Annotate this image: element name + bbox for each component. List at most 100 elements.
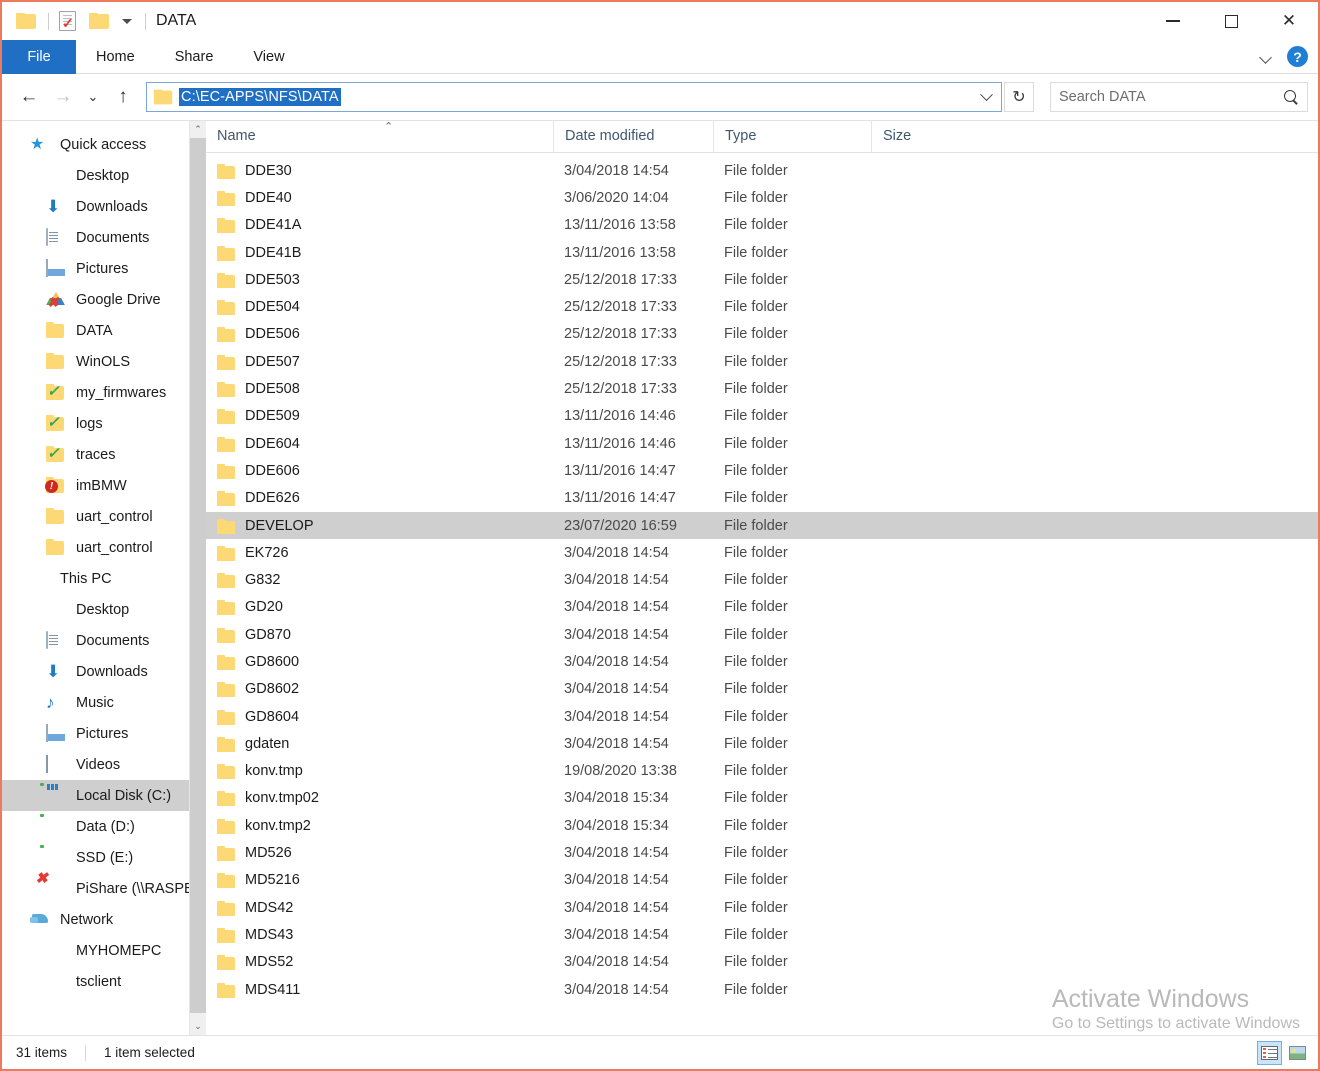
- sidebar-item-documents[interactable]: Documents: [2, 625, 206, 656]
- new-folder-button[interactable]: [89, 10, 111, 32]
- table-row[interactable]: MDS52 3/04/2018 14:54 File folder: [206, 949, 1318, 976]
- table-row[interactable]: DEVELOP 23/07/2020 16:59 File folder: [206, 511, 1318, 540]
- folder-icon: [217, 436, 236, 452]
- chevron-down-icon[interactable]: [1260, 50, 1273, 63]
- minimize-button[interactable]: [1144, 2, 1202, 40]
- sidebar-item-local-disk-c[interactable]: Local Disk (C:): [2, 780, 206, 811]
- table-row[interactable]: GD8604 3/04/2018 14:54 File folder: [206, 703, 1318, 730]
- table-row[interactable]: MD526 3/04/2018 14:54 File folder: [206, 839, 1318, 866]
- sidebar-item-pictures[interactable]: Pictures📌: [2, 253, 206, 284]
- folder-icon: [217, 927, 236, 943]
- table-row[interactable]: MDS42 3/04/2018 14:54 File folder: [206, 894, 1318, 921]
- table-row[interactable]: GD870 3/04/2018 14:54 File folder: [206, 621, 1318, 648]
- sidebar-item-data-d[interactable]: Data (D:): [2, 811, 206, 842]
- explorer-window: ✓ DATA ✕ File Home Share View ? ← → ⌄ ↑: [0, 0, 1320, 1071]
- scroll-down-button[interactable]: ⌄: [190, 1018, 206, 1035]
- search-icon[interactable]: [1284, 89, 1299, 105]
- table-row[interactable]: GD20 3/04/2018 14:54 File folder: [206, 594, 1318, 621]
- sidebar-item-uart-control[interactable]: uart_control📌: [2, 532, 206, 563]
- table-row[interactable]: konv.tmp2 3/04/2018 15:34 File folder: [206, 812, 1318, 839]
- help-button[interactable]: ?: [1287, 46, 1308, 67]
- table-row[interactable]: G832 3/04/2018 14:54 File folder: [206, 566, 1318, 593]
- table-row[interactable]: DDE41B 13/11/2016 13:58 File folder: [206, 239, 1318, 266]
- search-box[interactable]: [1050, 82, 1308, 112]
- sidebar-item-network[interactable]: Network: [2, 904, 206, 935]
- sidebar-item-pishare-raspbe[interactable]: ✖ PiShare (\\RASPBE: [2, 871, 206, 904]
- file-name-label: DDE41A: [245, 217, 302, 234]
- large-icons-view-button[interactable]: [1285, 1041, 1310, 1065]
- sidebar-item-downloads[interactable]: ⬇Downloads📌: [2, 191, 206, 222]
- sidebar-item-desktop[interactable]: Desktop: [2, 594, 206, 625]
- table-row[interactable]: DDE41A 13/11/2016 13:58 File folder: [206, 212, 1318, 239]
- properties-button[interactable]: ✓: [59, 10, 81, 32]
- window-controls: ✕: [1144, 2, 1318, 40]
- table-row[interactable]: DDE604 13/11/2016 14:46 File folder: [206, 430, 1318, 457]
- sidebar-item-data[interactable]: DATA📌: [2, 315, 206, 346]
- table-row[interactable]: MDS43 3/04/2018 14:54 File folder: [206, 921, 1318, 948]
- table-row[interactable]: EK726 3/04/2018 14:54 File folder: [206, 539, 1318, 566]
- table-row[interactable]: DDE509 13/11/2016 14:46 File folder: [206, 403, 1318, 430]
- navigation-scrollbar[interactable]: ⌃ ⌄: [189, 121, 206, 1035]
- table-row[interactable]: konv.tmp 19/08/2020 13:38 File folder: [206, 758, 1318, 785]
- refresh-button[interactable]: ↻: [1004, 82, 1034, 112]
- sidebar-item-desktop[interactable]: Desktop📌: [2, 160, 206, 191]
- table-row[interactable]: GD8600 3/04/2018 14:54 File folder: [206, 648, 1318, 675]
- tab-home[interactable]: Home: [76, 40, 155, 74]
- tab-file[interactable]: File: [2, 40, 76, 74]
- table-row[interactable]: DDE30 3/04/2018 14:54 File folder: [206, 157, 1318, 184]
- close-button[interactable]: ✕: [1260, 2, 1318, 40]
- sidebar-item-uart-control[interactable]: uart_control📌: [2, 501, 206, 532]
- table-row[interactable]: gdaten 3/04/2018 14:54 File folder: [206, 730, 1318, 757]
- details-view-button[interactable]: [1257, 1040, 1282, 1065]
- sidebar-item-my-firmwares[interactable]: ✓my_firmwares📌: [2, 377, 206, 408]
- table-row[interactable]: DDE508 25/12/2018 17:33 File folder: [206, 375, 1318, 402]
- sidebar-item-documents[interactable]: Documents📌: [2, 222, 206, 253]
- tab-share[interactable]: Share: [155, 40, 234, 74]
- sidebar-item-quick-access[interactable]: ★ Quick access: [2, 129, 206, 160]
- sidebar-item-videos[interactable]: Videos: [2, 749, 206, 780]
- table-row[interactable]: DDE503 25/12/2018 17:33 File folder: [206, 266, 1318, 293]
- recent-locations-button[interactable]: ⌄: [80, 80, 106, 114]
- sidebar-item-traces[interactable]: ✓traces📌: [2, 439, 206, 470]
- forward-button[interactable]: →: [46, 80, 80, 114]
- up-button[interactable]: ↑: [106, 80, 140, 114]
- column-header-size[interactable]: Size: [871, 120, 971, 152]
- table-row[interactable]: MDS411 3/04/2018 14:54 File folder: [206, 976, 1318, 1003]
- column-header-date[interactable]: Date modified: [553, 120, 713, 152]
- column-header-name[interactable]: Name: [206, 120, 553, 152]
- scrollbar-track[interactable]: [190, 138, 206, 1018]
- table-row[interactable]: DDE504 25/12/2018 17:33 File folder: [206, 293, 1318, 320]
- sidebar-item-imbmw[interactable]: !imBMW📌: [2, 470, 206, 501]
- file-rows[interactable]: DDE30 3/04/2018 14:54 File folder DDE40 3/06…: [206, 153, 1318, 1035]
- address-input[interactable]: C:\EC-APPS\NFS\DATA: [146, 82, 1002, 112]
- table-row[interactable]: DDE626 13/11/2016 14:47 File folder: [206, 485, 1318, 512]
- file-name-label: GD8602: [245, 681, 300, 698]
- back-button[interactable]: ←: [12, 80, 46, 114]
- sidebar-item-pictures[interactable]: Pictures: [2, 718, 206, 749]
- table-row[interactable]: DDE506 25/12/2018 17:33 File folder: [206, 321, 1318, 348]
- table-row[interactable]: DDE606 13/11/2016 14:47 File folder: [206, 457, 1318, 484]
- file-date-cell: 3/04/2018 14:54: [564, 572, 669, 589]
- sidebar-item-this-pc[interactable]: This PC: [2, 563, 206, 594]
- maximize-button[interactable]: [1202, 2, 1260, 40]
- sidebar-item-logs[interactable]: ✓logs📌: [2, 408, 206, 439]
- scrollbar-thumb[interactable]: [190, 138, 206, 1013]
- customize-qat-button[interactable]: [122, 18, 132, 24]
- tab-view[interactable]: View: [233, 40, 304, 74]
- scroll-up-button[interactable]: ⌃: [190, 121, 206, 138]
- sidebar-item-winols[interactable]: WinOLS📌: [2, 346, 206, 377]
- address-dropdown-button[interactable]: [975, 84, 997, 110]
- table-row[interactable]: konv.tmp02 3/04/2018 15:34 File folder: [206, 785, 1318, 812]
- table-row[interactable]: DDE507 25/12/2018 17:33 File folder: [206, 348, 1318, 375]
- column-header-type[interactable]: Type: [713, 120, 871, 152]
- sidebar-item-downloads[interactable]: ⬇ Downloads: [2, 656, 206, 687]
- table-row[interactable]: GD8602 3/04/2018 14:54 File folder: [206, 676, 1318, 703]
- sidebar-item-myhomepc[interactable]: MYHOMEPC: [2, 935, 206, 966]
- table-row[interactable]: MD5216 3/04/2018 14:54 File folder: [206, 867, 1318, 894]
- sidebar-item-ssd-e[interactable]: SSD (E:): [2, 842, 206, 873]
- sidebar-item-tsclient[interactable]: tsclient: [2, 966, 206, 997]
- search-input[interactable]: [1059, 89, 1284, 105]
- sidebar-item-music[interactable]: ♪ Music: [2, 687, 206, 718]
- sidebar-item-google-drive[interactable]: ✖Google Drive📌: [2, 284, 206, 315]
- table-row[interactable]: DDE40 3/06/2020 14:04 File folder: [206, 184, 1318, 211]
